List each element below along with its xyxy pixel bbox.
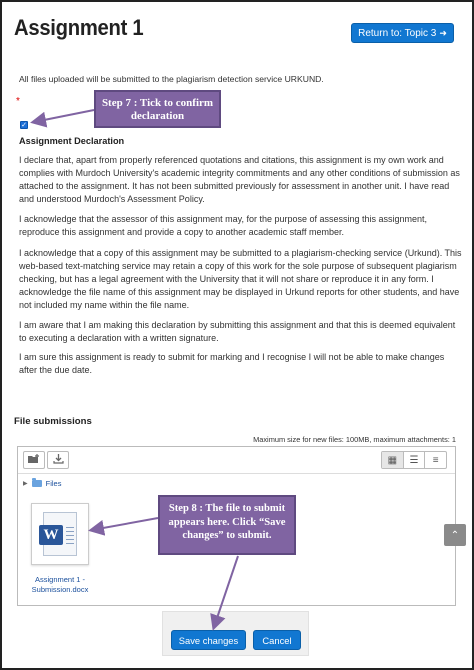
step8-save-arrow bbox=[210, 555, 239, 631]
step8-file-arrow bbox=[88, 517, 159, 536]
annotation-arrows bbox=[30, 109, 239, 631]
step7-callout: Step 7 : Tick to confirm declaration bbox=[94, 90, 221, 128]
step7-arrow bbox=[30, 109, 95, 128]
step8-callout: Step 8 : The file to submit appears here… bbox=[158, 495, 296, 555]
